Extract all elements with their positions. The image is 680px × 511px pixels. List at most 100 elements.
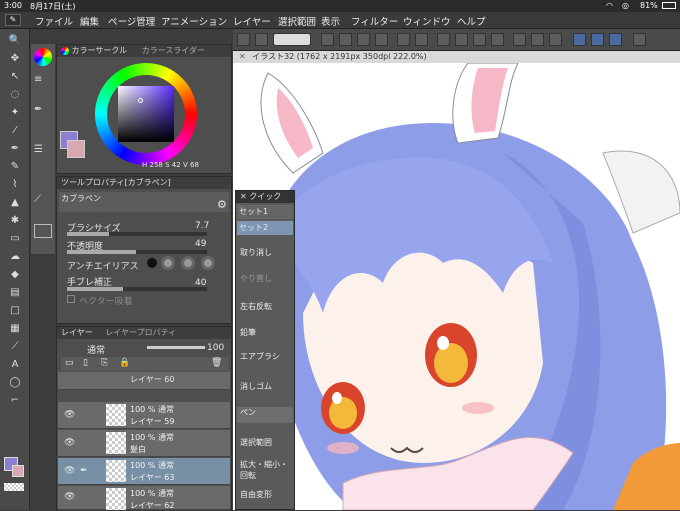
brush-icon[interactable]: ⌇ <box>8 179 22 191</box>
gradient-icon[interactable]: ▤ <box>8 287 22 299</box>
transform-selection-icon[interactable] <box>491 33 504 46</box>
frame-icon[interactable]: ▦ <box>8 323 22 335</box>
tab-layer-property[interactable]: レイヤープロパティ <box>105 328 176 337</box>
magic-wand-icon[interactable]: ✦ <box>8 107 22 119</box>
text-icon[interactable]: A <box>8 359 22 371</box>
decoration-icon[interactable]: ✱ <box>8 215 22 227</box>
visibility-eye-icon[interactable]: 👁 <box>64 438 75 448</box>
eraser-icon[interactable]: ▭ <box>8 233 22 245</box>
sub-color-swatch[interactable] <box>12 465 24 477</box>
color-picker-cursor[interactable] <box>138 98 143 103</box>
blend-icon[interactable]: ☁ <box>8 251 22 263</box>
stabilize-slider[interactable] <box>67 287 207 291</box>
quick-selection[interactable]: 選択範囲 <box>240 437 272 448</box>
visibility-eye-icon[interactable]: 👁 <box>64 492 75 502</box>
layer-row[interactable]: 👁 100 % 通常 髪白 <box>58 430 230 457</box>
snap-grid-icon[interactable] <box>609 33 622 46</box>
layer-opacity-slider[interactable] <box>147 346 205 349</box>
transform-icon[interactable] <box>255 33 268 46</box>
drawing-canvas[interactable] <box>233 63 680 510</box>
menu-filter[interactable]: フィルター <box>351 14 398 28</box>
menu-selection[interactable]: 選択範囲 <box>278 14 316 28</box>
antialias-weak[interactable] <box>161 256 175 270</box>
quick-undo[interactable]: 取り消し <box>240 247 272 258</box>
figure-icon[interactable]: □ <box>8 305 22 317</box>
quick-redo[interactable]: やり直し <box>240 273 272 284</box>
balloon-icon[interactable]: ◯ <box>8 377 22 389</box>
grid-icon[interactable] <box>237 33 250 46</box>
quick-flip[interactable]: 左右反転 <box>240 301 272 312</box>
saturation-value-square[interactable] <box>118 86 174 142</box>
snap-special-ruler-icon[interactable] <box>591 33 604 46</box>
quick-free-transform[interactable]: 自由変形 <box>240 489 272 500</box>
lasso-icon[interactable]: ◌ <box>8 89 22 101</box>
close-quick-icon[interactable]: ✕ <box>240 192 247 201</box>
opacity-slider[interactable] <box>67 250 207 254</box>
clip-icon[interactable]: ⎘ <box>101 358 108 368</box>
menu-edit[interactable]: 編集 <box>80 14 99 28</box>
layer-row[interactable]: 👁 100 % 通常 レイヤー 62 <box>58 486 230 510</box>
secondary-color-swatch[interactable] <box>67 140 85 158</box>
pencil-icon[interactable]: ✎ <box>8 161 22 173</box>
visibility-eye-icon[interactable]: 👁 <box>64 410 75 420</box>
operation-icon[interactable]: ↖ <box>8 71 22 83</box>
layer-row[interactable]: 👁 100 % 通常 レイヤー 59 <box>58 402 230 429</box>
quick-airbrush[interactable]: エアブラシ <box>240 351 280 362</box>
new-raster-layer-icon[interactable]: ▭ <box>65 358 74 368</box>
new-file-icon[interactable] <box>321 33 334 46</box>
menu-help[interactable]: ヘルプ <box>457 14 486 28</box>
color-circle-tab-icon[interactable] <box>61 46 69 55</box>
close-tab-icon[interactable]: ✕ <box>239 52 246 61</box>
move-icon[interactable]: ✥ <box>8 53 22 65</box>
quick-pen[interactable]: ペン <box>237 407 293 423</box>
pen-subtool-icon[interactable]: ✒ <box>34 104 52 118</box>
layer-stack-icon[interactable]: ☰ <box>34 144 52 158</box>
open-folder-icon[interactable] <box>339 33 352 46</box>
set2-tab[interactable]: セット2 <box>237 221 293 235</box>
quick-eraser[interactable]: 消しゴム <box>240 381 272 392</box>
redo-icon[interactable] <box>415 33 428 46</box>
clear-icon[interactable] <box>513 33 526 46</box>
tool-settings-icon[interactable]: ⚙ <box>217 198 227 211</box>
layer-row-selected[interactable]: 👁 ✒ 100 % 通常 レイヤー 63 <box>58 458 230 485</box>
quick-transform[interactable]: 拡大・縮小・回転 <box>240 459 292 481</box>
menu-animation[interactable]: アニメーション <box>161 14 227 28</box>
reference-icon[interactable] <box>549 33 562 46</box>
tab-layer[interactable]: レイヤー <box>61 328 93 337</box>
visibility-eye-icon[interactable]: 👁 <box>64 466 75 476</box>
ruler-icon[interactable]: ⟋ <box>8 341 22 353</box>
navigator-icon[interactable] <box>34 224 52 238</box>
canvas-tab[interactable]: ✕ イラスト32 (1762 x 2191px 350dpi 222.0%) <box>233 51 680 63</box>
delete-layer-icon[interactable]: 🗑 <box>211 358 222 368</box>
menu-layer[interactable]: レイヤー <box>233 14 271 28</box>
menu-window[interactable]: ウィンドウ <box>403 14 451 28</box>
correct-line-icon[interactable]: ⌐ <box>8 395 22 407</box>
quick-pencil[interactable]: 鉛筆 <box>240 327 256 338</box>
fill-icon[interactable]: ◆ <box>8 269 22 281</box>
layer-row[interactable]: レイヤー 60 <box>58 372 230 390</box>
spiral-icon[interactable] <box>273 33 311 46</box>
new-vector-layer-icon[interactable]: ▯ <box>83 358 88 368</box>
zoom-icon[interactable]: 🔍 <box>8 35 22 47</box>
deselect-icon[interactable] <box>455 33 468 46</box>
antialias-strong[interactable] <box>201 256 215 270</box>
undo-icon[interactable] <box>397 33 410 46</box>
sub-tool-icon[interactable]: ≡ <box>34 74 52 88</box>
vector-checkbox[interactable] <box>67 295 75 303</box>
color-wheel-icon[interactable] <box>34 48 52 66</box>
save-icon[interactable] <box>357 33 370 46</box>
tab-color-slider[interactable]: カラースライダー <box>142 46 205 55</box>
blend-mode-select[interactable]: 通常 <box>87 343 105 356</box>
antialias-none[interactable] <box>147 258 157 268</box>
clear-outside-icon[interactable] <box>531 33 544 46</box>
more-icon[interactable] <box>633 33 646 46</box>
fill-selection-icon[interactable] <box>473 33 486 46</box>
selection-icon[interactable] <box>437 33 450 46</box>
menu-file[interactable]: ファイル <box>35 14 73 28</box>
menu-page[interactable]: ページ管理 <box>108 14 155 28</box>
tab-color-circle[interactable]: カラーサークル <box>72 46 128 55</box>
airbrush-icon[interactable]: ▲ <box>8 197 22 209</box>
brush-line-icon[interactable]: ⟋ <box>34 194 52 208</box>
app-logo-icon[interactable]: ✎ <box>5 14 21 26</box>
pen-icon[interactable]: ✒ <box>8 143 22 155</box>
